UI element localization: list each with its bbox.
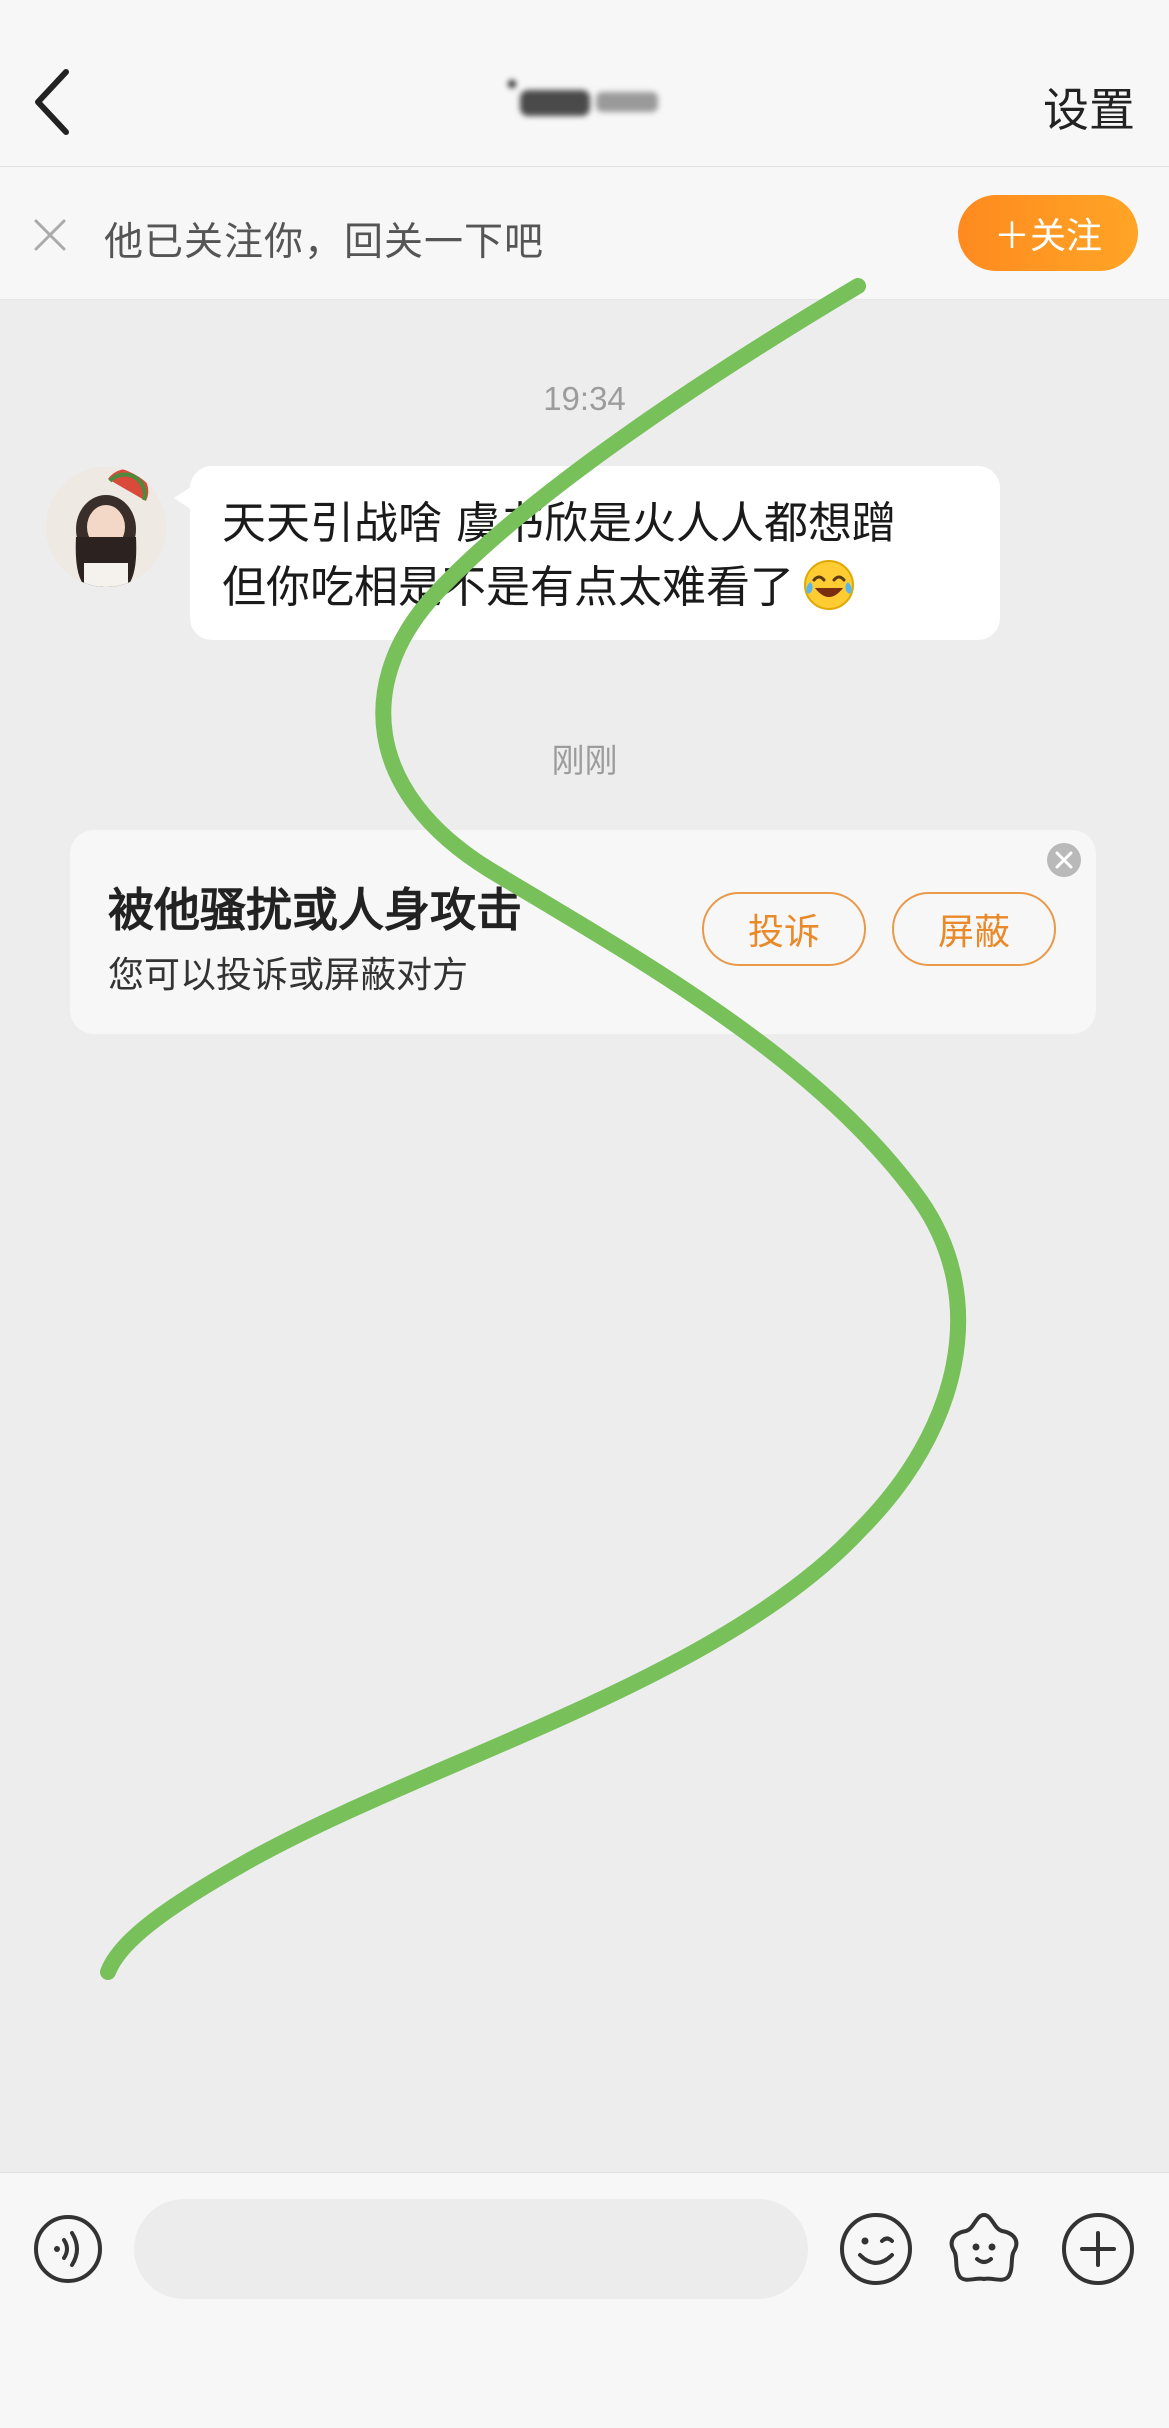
close-icon[interactable] [30, 215, 70, 255]
back-icon[interactable] [28, 62, 78, 142]
system-timestamp: 刚刚 [551, 742, 618, 779]
harassment-notice-card: 被他骚扰或人身攻击 您可以投诉或屏蔽对方 投诉 屏蔽 [70, 830, 1096, 1034]
follow-back-banner: 他已关注你，回关一下吧 ＋关注 [0, 167, 1169, 300]
settings-button[interactable]: 设置 [1043, 74, 1135, 140]
dismiss-card-icon[interactable] [1046, 842, 1082, 878]
block-button[interactable]: 屏蔽 [892, 892, 1056, 966]
green-scribble-annotation [100, 278, 967, 1980]
plus-icon[interactable] [1060, 2211, 1136, 2287]
follow-button[interactable]: ＋关注 [958, 195, 1138, 271]
message-input[interactable] [134, 2199, 808, 2299]
harassment-card-subtitle: 您可以投诉或屏蔽对方 [108, 955, 469, 996]
top-navigation-bar: 设置 [0, 0, 1169, 167]
emoji-icon[interactable] [838, 2211, 914, 2287]
voice-icon[interactable] [32, 2213, 104, 2285]
avatar-image [46, 467, 166, 587]
follow-back-text: 他已关注你，回关一下吧 [104, 220, 545, 265]
message-text-line2: 但你吃相是不是有点太难看了 [222, 556, 992, 620]
avatar[interactable] [46, 467, 166, 587]
message-input-bar [0, 2172, 1169, 2428]
message-bubble[interactable]: 天天引战啥 虞书欣是火人人都想蹭 但你吃相是不是有点太难看了 [190, 466, 1000, 640]
laugh-crying-emoji-icon [804, 560, 854, 610]
message-text-line1: 天天引战啥 虞书欣是火人人都想蹭 [222, 498, 896, 549]
report-button[interactable]: 投诉 [702, 892, 866, 966]
blurred-username-title [500, 80, 670, 120]
message-timestamp: 19:34 [543, 380, 626, 417]
sticker-icon[interactable] [944, 2209, 1024, 2289]
message-text: 天天引战啥 虞书欣是火人人都想蹭 但你吃相是不是有点太难看了 [222, 492, 992, 620]
harassment-card-title: 被他骚扰或人身攻击 [108, 883, 522, 937]
